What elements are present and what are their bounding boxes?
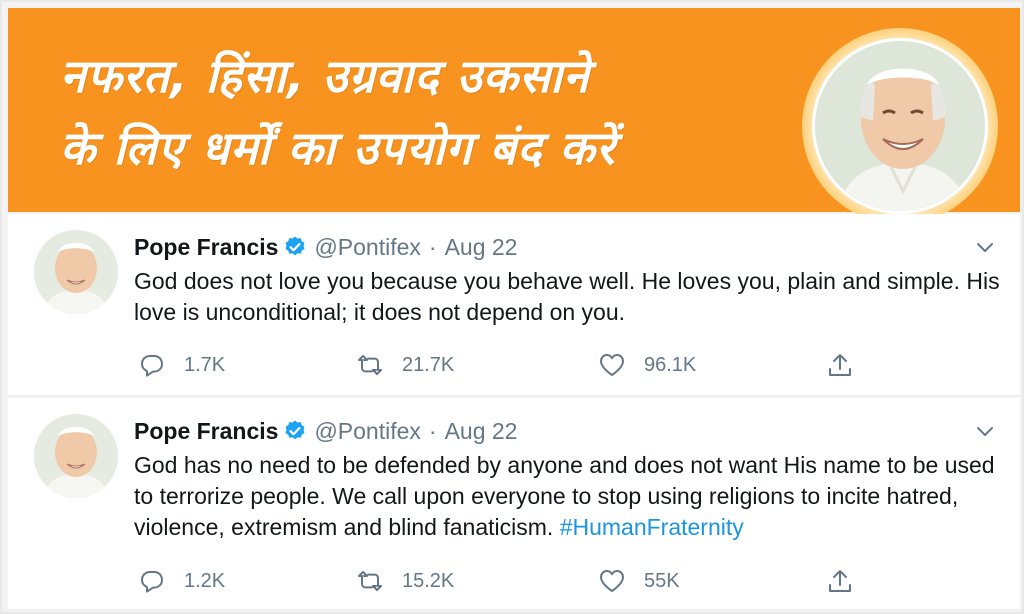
like-button[interactable]: 96.1K: [598, 350, 696, 380]
heart-icon: [600, 570, 624, 592]
banner-line-2: के लिए धर्मों का उपयोग बंद करें: [60, 121, 616, 175]
tweet-text: God does not love you because you behave…: [134, 266, 1004, 328]
author-handle[interactable]: @Pontifex: [314, 418, 420, 445]
chevron-down-icon[interactable]: [974, 420, 996, 442]
reply-button[interactable]: 1.7K: [138, 350, 225, 380]
reply-icon: [141, 355, 163, 377]
tweet-header: Pope Francis @Pontifex · Aug 22: [134, 232, 517, 262]
retweet-button[interactable]: 15.2K: [356, 566, 454, 596]
author-handle[interactable]: @Pontifex: [314, 234, 420, 261]
tweet-actions: 1.7K 21.7K 96.1K: [134, 350, 894, 380]
share-button[interactable]: [826, 566, 872, 596]
hashtag-link[interactable]: #HumanFraternity: [560, 514, 744, 540]
author-name[interactable]: Pope Francis: [134, 234, 278, 261]
reply-icon: [141, 571, 163, 593]
like-button[interactable]: 55K: [598, 566, 680, 596]
reply-count: 1.2K: [184, 569, 226, 592]
tweet-text: God has no need to be defended by anyone…: [134, 450, 1004, 543]
tweet-date[interactable]: Aug 22: [445, 234, 518, 261]
author-name[interactable]: Pope Francis: [134, 418, 278, 445]
reply-button[interactable]: 1.2K: [138, 566, 225, 596]
banner-line-1: नफरत, हिंसा, उग्रवाद उकसाने: [60, 49, 590, 103]
tweet-actions: 1.2K 15.2K 55K: [134, 566, 894, 596]
screenshot-frame: नफरत, हिंसा, उग्रवाद उकसाने के लिए धर्मो…: [0, 0, 1024, 614]
tweet-header: Pope Francis @Pontifex · Aug 22: [134, 416, 517, 446]
verified-badge-icon: [283, 419, 307, 443]
retweet-count: 21.7K: [402, 353, 455, 376]
share-icon: [829, 354, 851, 376]
chevron-down-icon[interactable]: [974, 236, 996, 258]
tweet-card-2[interactable]: Pope Francis @Pontifex · Aug 22 God has …: [8, 398, 1020, 610]
tweet-card-1[interactable]: Pope Francis @Pontifex · Aug 22 God does…: [8, 214, 1020, 396]
separator-dot: ·: [428, 233, 437, 260]
like-count: 55K: [644, 569, 680, 592]
retweet-icon: [358, 571, 382, 591]
tweet-body: God does not love you because you behave…: [134, 268, 1000, 325]
like-count: 96.1K: [644, 353, 697, 376]
heart-icon: [600, 354, 624, 376]
verified-badge-icon: [283, 235, 307, 259]
tweet-date[interactable]: Aug 22: [445, 418, 518, 445]
retweet-count: 15.2K: [402, 569, 455, 592]
retweet-icon: [358, 355, 382, 375]
avatar[interactable]: [34, 414, 118, 498]
pope-photo-glow: [802, 28, 998, 224]
retweet-button[interactable]: 21.7K: [356, 350, 454, 380]
share-icon: [829, 570, 851, 592]
reply-count: 1.7K: [184, 353, 226, 376]
pope-portrait-photo: [812, 38, 988, 214]
share-button[interactable]: [826, 350, 872, 380]
avatar[interactable]: [34, 230, 118, 314]
separator-dot: ·: [428, 417, 437, 444]
